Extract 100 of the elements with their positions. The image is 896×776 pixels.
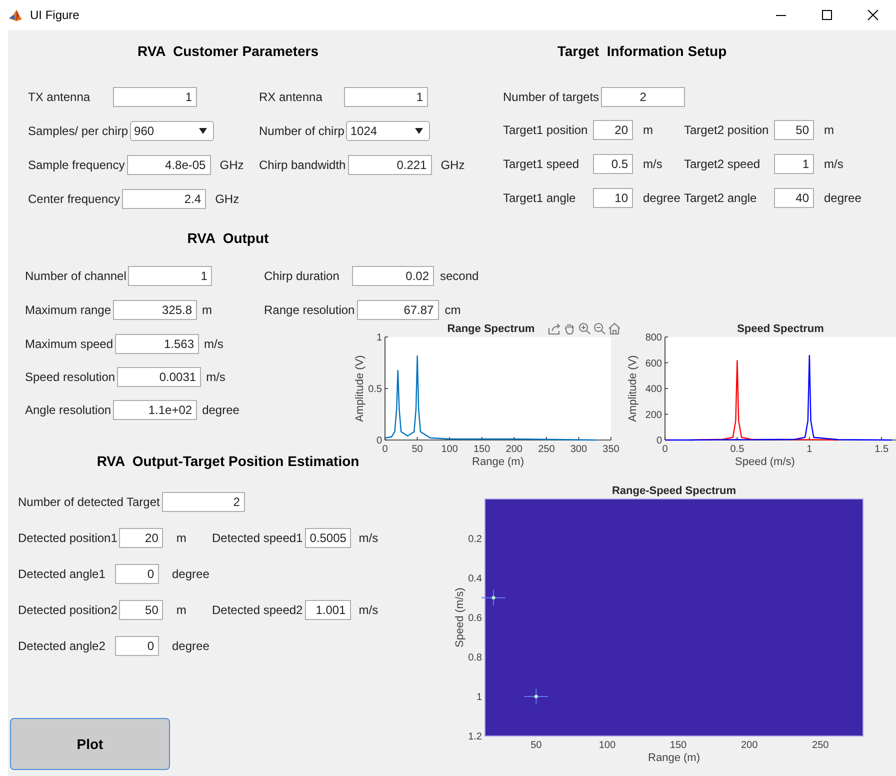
field-label: Detected angle1	[18, 567, 106, 581]
tick-label: 250	[812, 740, 829, 751]
tick-label: 1.5	[874, 444, 889, 455]
unit-label: m/s	[643, 157, 662, 171]
tick-label: 250	[538, 444, 555, 455]
maximize-icon[interactable]	[821, 9, 833, 21]
unit-label: m	[643, 123, 653, 137]
input-field[interactable]: 1	[128, 266, 212, 286]
export-icon[interactable]	[548, 322, 561, 335]
field-label: Detected position2	[18, 603, 118, 617]
dropdown[interactable]: 960	[130, 121, 214, 141]
unit-label: m/s	[358, 603, 378, 617]
input-field[interactable]: 67.87	[356, 300, 439, 320]
field-label: Angle resolution	[25, 403, 112, 417]
axis-title: Amplitude (V)	[627, 355, 639, 422]
home-icon[interactable]	[608, 322, 621, 335]
input-field[interactable]: 20	[593, 120, 633, 140]
tick-label: 0	[376, 436, 382, 446]
axis-title: Speed (m/s)	[735, 456, 795, 468]
unit-label: second	[440, 269, 479, 283]
tick-label: 100	[598, 740, 616, 751]
input-field[interactable]: 0.5	[593, 154, 633, 174]
input-field[interactable]: 1	[344, 87, 428, 107]
input-field[interactable]: 0.0031	[117, 367, 202, 387]
tick-label: 0.6	[468, 613, 482, 624]
unit-label: m	[176, 531, 186, 545]
field-label: Detected speed1	[212, 531, 304, 545]
hand-icon[interactable]	[563, 322, 576, 335]
field-label: Target2 speed	[684, 157, 762, 171]
unit-label: GHz	[215, 192, 240, 206]
window-title: UI Figure	[30, 8, 80, 22]
tick-label: 0.4	[468, 574, 482, 584]
input-field[interactable]: 325.8	[113, 300, 198, 320]
tick-label: 150	[670, 740, 687, 751]
tick-label: 0.5	[730, 444, 744, 455]
input-field[interactable]: 1.001	[304, 600, 351, 620]
input-field[interactable]: 1.1e+02	[113, 400, 198, 420]
field-label: Detected angle2	[18, 639, 106, 653]
field-label: Target1 position	[503, 123, 589, 137]
axis-title: Range (m)	[472, 456, 524, 468]
chart-title: Range-Speed Spectrum	[612, 485, 736, 497]
input-field[interactable]: 1	[774, 154, 814, 174]
tick-label: 1	[476, 692, 482, 703]
section-title: Target Information Setup	[557, 43, 727, 59]
zoom-out-icon[interactable]	[593, 322, 606, 335]
tick-label: 1	[376, 332, 382, 344]
unit-label: m	[824, 123, 834, 137]
input-field[interactable]: 0	[115, 564, 159, 584]
field-label: Maximum speed	[25, 337, 114, 351]
field-label: Number of targets	[503, 90, 600, 104]
unit-label: degree	[172, 567, 210, 581]
field-label: Number of detected Target	[18, 495, 161, 509]
tick-label: 0	[382, 444, 388, 455]
unit-label: GHz	[220, 158, 244, 172]
input-field[interactable]: 0.221	[348, 155, 432, 175]
field-label: Speed resolution	[25, 370, 116, 384]
input-field[interactable]: 2.4	[122, 189, 206, 209]
tick-label: 600	[645, 358, 662, 370]
tick-label: 350	[602, 444, 620, 455]
input-field[interactable]: 0	[115, 636, 159, 656]
close-icon[interactable]	[867, 9, 879, 21]
tick-label: 0	[662, 444, 668, 455]
field-label: Maximum range	[25, 303, 112, 317]
unit-label: m/s	[206, 370, 226, 384]
section-title: RVA Output-Target Position Estimation	[96, 453, 360, 469]
input-field[interactable]: 1.563	[115, 334, 200, 354]
tick-label: 50	[530, 740, 542, 751]
field-label: Target1 angle	[503, 191, 577, 205]
tick-label: 400	[645, 384, 662, 395]
unit-label: degree	[824, 191, 862, 205]
input-field[interactable]: 40	[774, 188, 814, 208]
plot-button[interactable]: Plot	[10, 718, 170, 770]
input-field[interactable]: 0.5005	[304, 528, 351, 548]
input-field[interactable]: 2	[601, 87, 686, 107]
field-label: Chirp bandwidth	[259, 158, 347, 172]
tick-label: 200	[506, 444, 522, 455]
chart-title: Speed Spectrum	[737, 323, 824, 335]
tick-label: 1	[806, 444, 812, 455]
dropdown[interactable]: 1024	[346, 121, 430, 141]
tick-label: 0.8	[468, 652, 482, 664]
input-field[interactable]: 10	[593, 188, 633, 208]
unit-label: m	[176, 603, 186, 617]
input-field[interactable]: 50	[119, 600, 164, 620]
input-field[interactable]: 4.8e-05	[126, 155, 211, 175]
input-field[interactable]: 0.02	[352, 266, 434, 286]
input-field[interactable]: 50	[774, 120, 814, 140]
section-title: RVA Customer Parameters	[137, 43, 319, 59]
input-field[interactable]: 2	[162, 492, 245, 512]
zoom-in-icon[interactable]	[578, 322, 591, 335]
input-field[interactable]: 20	[119, 528, 164, 548]
input-field[interactable]: 1	[113, 87, 197, 107]
chart-title: Range Spectrum	[447, 323, 535, 335]
unit-label: degree	[202, 403, 240, 417]
field-label: TX antenna	[28, 90, 92, 104]
field-label: RX antenna	[259, 90, 324, 104]
field-label: Target2 angle	[684, 191, 758, 205]
tick-label: 50	[412, 444, 423, 455]
unit-label: degree	[643, 191, 680, 205]
tick-label: 200	[645, 410, 662, 421]
field-label: Target2 position	[684, 123, 770, 137]
